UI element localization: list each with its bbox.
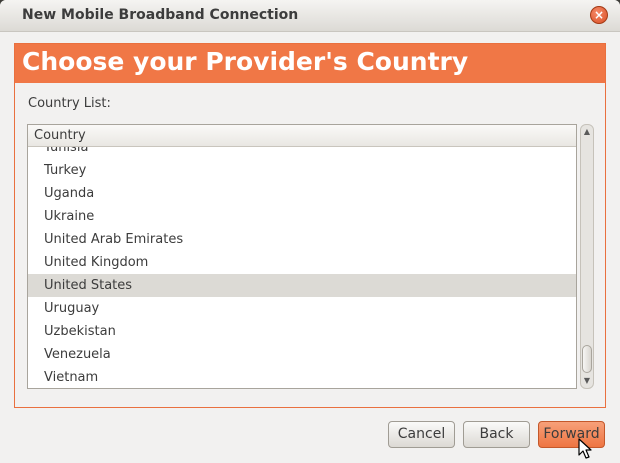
- list-item[interactable]: United Arab Emirates: [28, 228, 576, 251]
- back-button[interactable]: Back: [463, 421, 530, 448]
- mouse-cursor-icon: [578, 438, 592, 459]
- list-item[interactable]: Uganda: [28, 182, 576, 205]
- forward-button[interactable]: Forward: [538, 421, 605, 448]
- country-list-label: Country List:: [28, 96, 111, 111]
- list-item[interactable]: Uzbekistan: [28, 320, 576, 343]
- list-item[interactable]: Venezuela: [28, 343, 576, 366]
- scrollbar-thumb[interactable]: [582, 345, 592, 373]
- list-item[interactable]: Ukraine: [28, 205, 576, 228]
- list-item[interactable]: Uruguay: [28, 297, 576, 320]
- window-title: New Mobile Broadband Connection: [22, 7, 299, 23]
- page-banner: Choose your Provider's Country: [15, 44, 605, 83]
- list-item[interactable]: United Kingdom: [28, 251, 576, 274]
- scroll-down-icon[interactable]: ▼: [581, 375, 593, 387]
- list-item[interactable]: Turkey: [28, 159, 576, 182]
- dialog-window: New Mobile Broadband Connection × Choose…: [0, 0, 620, 463]
- close-icon[interactable]: ×: [590, 6, 608, 24]
- list-item-selected[interactable]: United States: [28, 274, 576, 297]
- cancel-button[interactable]: Cancel: [388, 421, 455, 448]
- column-header-country[interactable]: Country: [28, 125, 576, 147]
- wizard-panel: Choose your Provider's Country Country L…: [14, 43, 606, 408]
- country-rows: Tunisia Turkey Uganda Ukraine United Ara…: [28, 147, 576, 388]
- list-item[interactable]: Vietnam: [28, 366, 576, 388]
- scroll-up-icon[interactable]: ▲: [581, 126, 593, 138]
- page-title: Choose your Provider's Country: [22, 47, 469, 76]
- list-scrollbar[interactable]: ▲ ▼: [580, 124, 594, 389]
- country-list[interactable]: Country Tunisia Turkey Uganda Ukraine Un…: [27, 124, 577, 389]
- title-bar[interactable]: New Mobile Broadband Connection ×: [0, 0, 620, 32]
- list-item[interactable]: Tunisia: [28, 147, 576, 159]
